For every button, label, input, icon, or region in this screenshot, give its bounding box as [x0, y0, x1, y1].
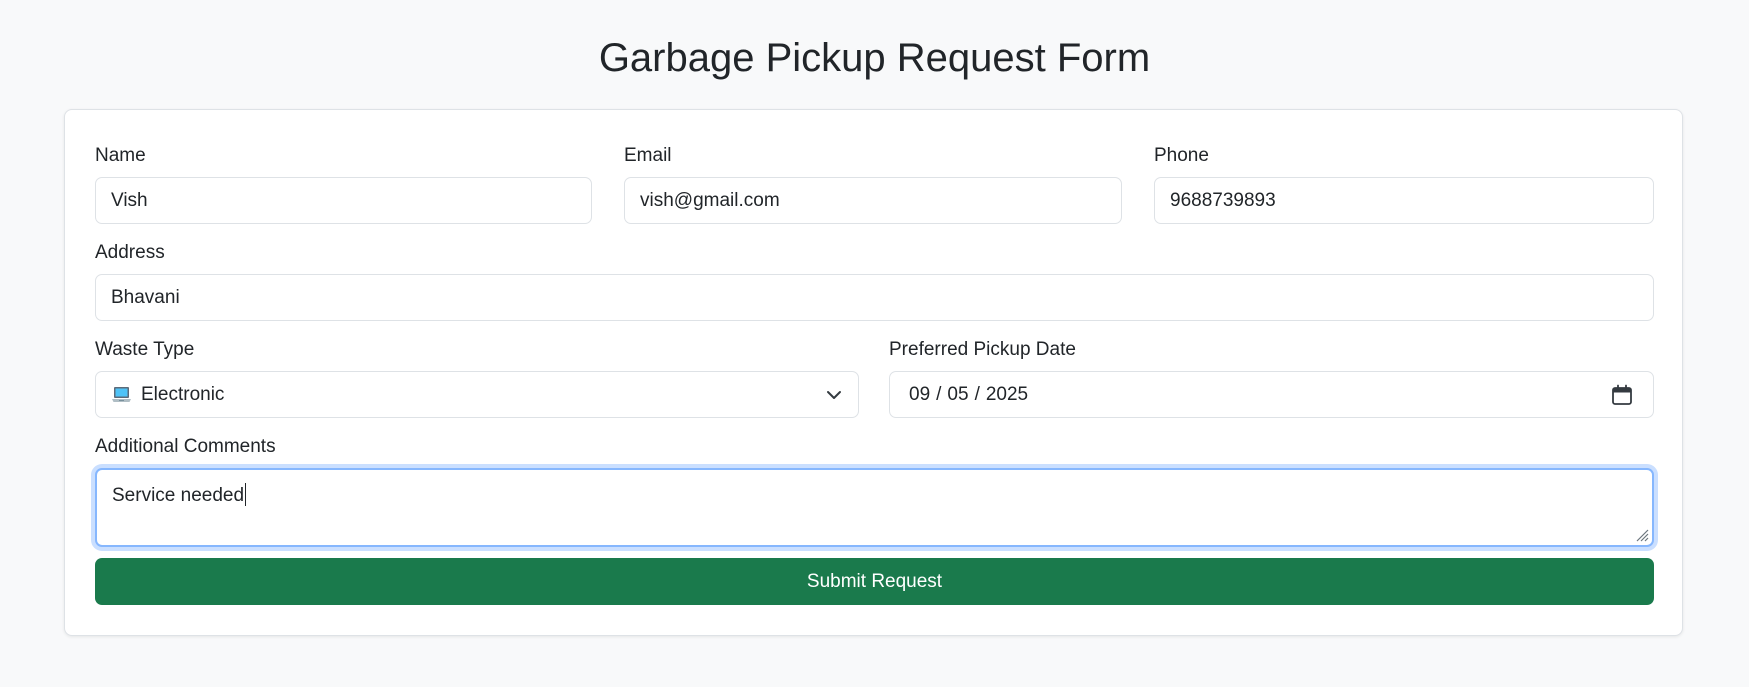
waste-type-selected: Electronic [141, 384, 225, 405]
resize-handle-icon[interactable] [1635, 528, 1649, 542]
request-form-card: Name Vish Email vish@gmail.com Phone 968… [64, 109, 1683, 636]
date-month[interactable]: 09 [909, 372, 930, 417]
phone-field-group: Phone 9688739893 [1154, 144, 1654, 224]
page-title: Garbage Pickup Request Form [598, 36, 1151, 80]
date-separator: / [974, 384, 980, 405]
phone-input[interactable]: 9688739893 [1154, 177, 1654, 224]
comments-textarea[interactable]: Service needed [95, 468, 1654, 547]
waste-type-label: Waste Type [95, 339, 195, 360]
address-input[interactable]: Bhavani [95, 274, 1654, 321]
address-field-group: Address Bhavani [95, 241, 1654, 321]
name-field-group: Name Vish [95, 144, 592, 224]
date-separator: / [936, 384, 942, 405]
laptop-icon [112, 386, 131, 402]
submit-request-button[interactable]: Submit Request [95, 558, 1654, 605]
text-caret [245, 483, 247, 506]
pickup-date-label: Preferred Pickup Date [889, 339, 1076, 360]
chevron-down-icon [827, 391, 841, 399]
email-input[interactable]: vish@gmail.com [624, 177, 1122, 224]
waste-type-select[interactable]: Electronic [95, 371, 859, 418]
phone-label: Phone [1154, 145, 1209, 166]
email-label: Email [624, 145, 672, 166]
comments-text: Service needed [112, 485, 245, 506]
address-label: Address [95, 242, 165, 263]
calendar-icon[interactable] [1611, 384, 1633, 406]
pickup-date-input[interactable]: 09/05/2025 [889, 371, 1654, 418]
waste-type-field-group: Waste Type Electronic [95, 338, 859, 418]
date-year[interactable]: 2025 [986, 372, 1028, 417]
date-day[interactable]: 05 [947, 372, 968, 417]
email-field-group: Email vish@gmail.com [624, 144, 1122, 224]
comments-label: Additional Comments [95, 436, 276, 457]
name-label: Name [95, 145, 146, 166]
pickup-date-field-group: Preferred Pickup Date 09/05/2025 [889, 338, 1654, 418]
name-input[interactable]: Vish [95, 177, 592, 224]
comments-field-group: Additional Comments Service needed [95, 435, 1654, 547]
